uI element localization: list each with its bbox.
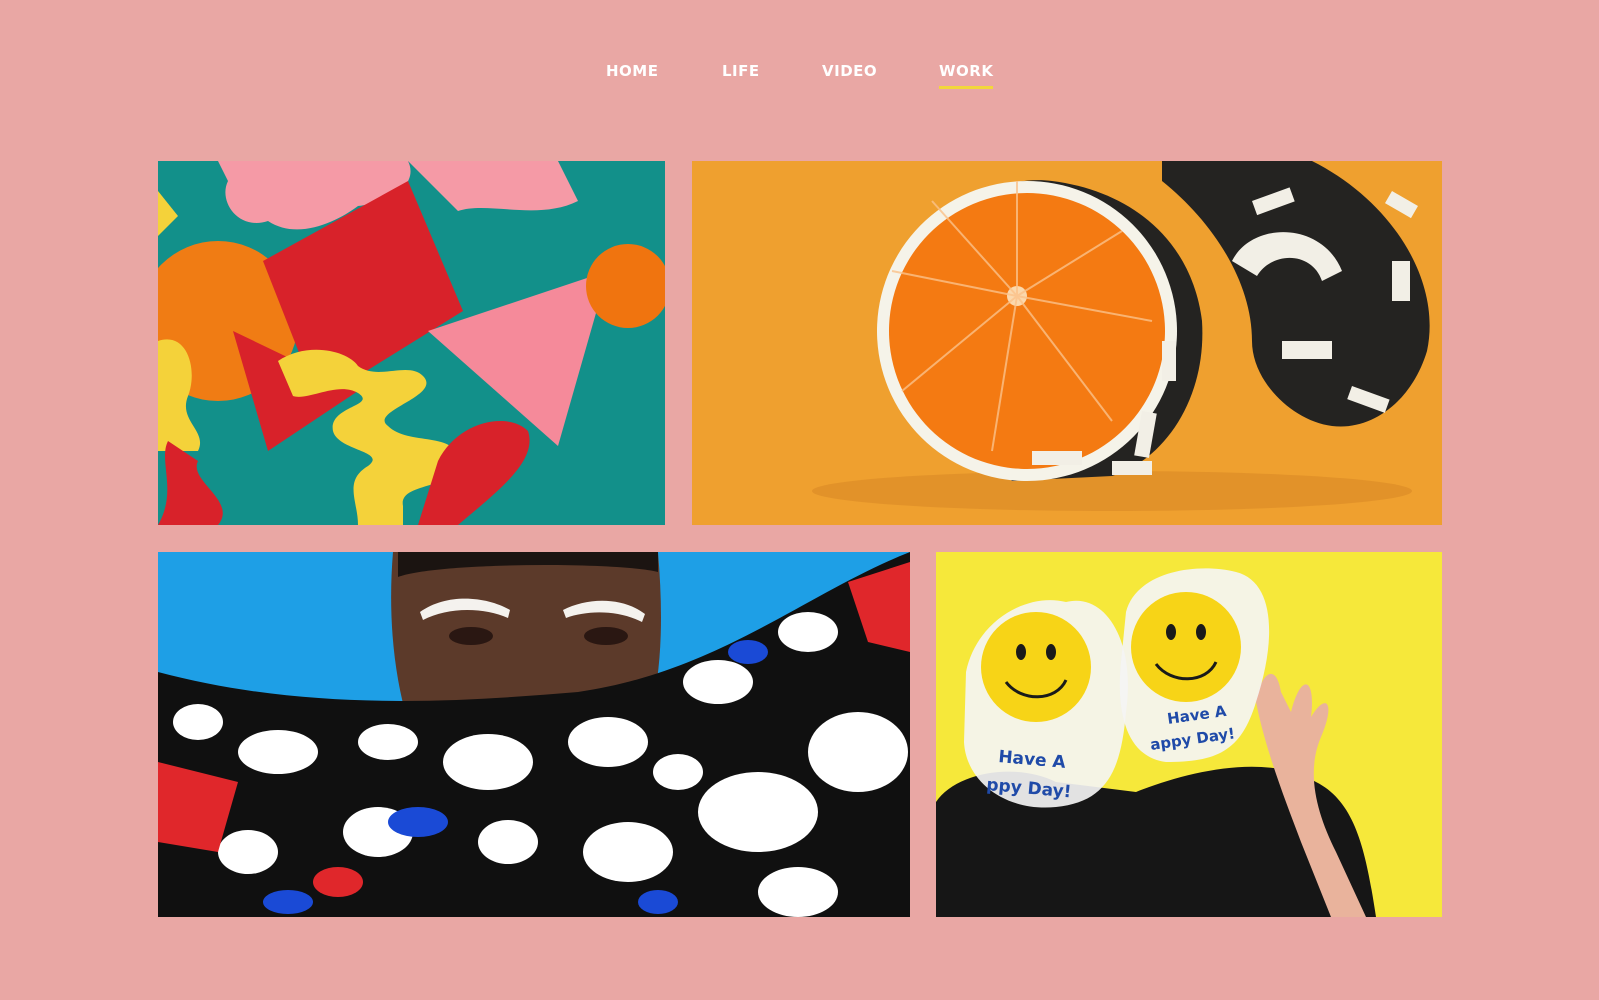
painted-orange-graphic (692, 161, 1442, 525)
patterned-scarf-portrait-image[interactable] (158, 552, 910, 917)
nav-item-life[interactable]: LIFE (722, 62, 760, 86)
painted-orange-image[interactable] (692, 161, 1442, 525)
smiley-bags-image[interactable]: Have A ppy Day! Have A appy Day! (936, 552, 1442, 917)
nav-item-work[interactable]: WORK (939, 62, 994, 89)
nav-item-video[interactable]: VIDEO (822, 62, 877, 86)
patterned-scarf-portrait-graphic (158, 552, 910, 917)
paper-shapes-graphic (158, 161, 665, 525)
nav-item-home[interactable]: HOME (606, 62, 658, 86)
paper-shapes-image[interactable] (158, 161, 665, 525)
smiley-bags-graphic: Have A ppy Day! Have A appy Day! (936, 552, 1442, 917)
